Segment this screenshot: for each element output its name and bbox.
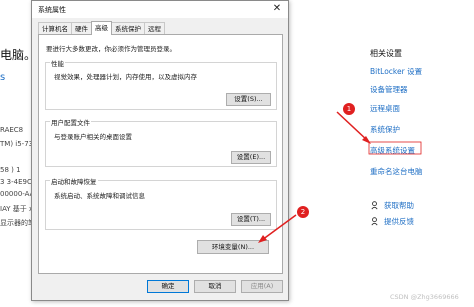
marker-badge-2: 2 [297, 206, 309, 218]
marker-badge-1: 1 [343, 103, 355, 115]
user-profiles-title: 用户配置文件 [50, 117, 91, 127]
arrow-1-line [336, 111, 369, 142]
feedback-label: 提供反馈 [384, 217, 414, 226]
advanced-tab-panel: 要进行大多数更改，你必须作为管理员登录。 性能 视觉效果，处理器计划，内存使用，… [38, 34, 283, 274]
advanced-system-settings-link[interactable]: 高级系统设置 [370, 145, 415, 156]
get-help-link[interactable]: 获取帮助 [370, 200, 414, 211]
spec-row: RAEC8 [0, 126, 24, 134]
dialog-titlebar[interactable]: 系统属性 ✕ [32, 1, 288, 18]
performance-settings-button[interactable]: 设置(S)... [226, 93, 271, 106]
spec-row: 58 ) 1 [0, 166, 21, 174]
ok-button[interactable]: 确定 [147, 280, 189, 293]
user-profiles-settings-button[interactable]: 设置(E)... [231, 151, 271, 164]
rename-pc-link[interactable]: 重命名这台电脑 [370, 166, 423, 177]
bitlocker-link[interactable]: BitLocker 设置 [370, 66, 422, 77]
performance-desc: 视觉效果，处理器计划，内存使用，以及虚拟内存 [54, 73, 197, 81]
user-profiles-group: 用户配置文件 与登录账户相关的桌面设置 设置(E)... [45, 117, 277, 167]
system-properties-dialog: 系统属性 ✕ 计算机名 硬件 高级 系统保护 远程 要进行大多数更改，你必须作为… [31, 0, 289, 301]
startup-recovery-group: 启动和故障恢复 系统启动、系统故障和调试信息 设置(T)... [45, 176, 277, 230]
apply-button[interactable]: 应用(A) [241, 280, 283, 293]
startup-recovery-desc: 系统启动、系统故障和调试信息 [54, 192, 145, 200]
get-help-label: 获取帮助 [384, 201, 414, 210]
help-icon [370, 201, 379, 210]
remote-desktop-link[interactable]: 远程桌面 [370, 103, 400, 114]
spec-row: 显示器的笔 [0, 219, 35, 227]
cancel-button[interactable]: 取消 [194, 280, 236, 293]
close-icon[interactable]: ✕ [268, 2, 286, 16]
watermark: CSDN @Zhg3669666 [390, 293, 459, 301]
dialog-title: 系统属性 [38, 6, 66, 14]
related-settings: 相关设置 BitLocker 设置 设备管理器 远程桌面 系统保护 高级系统设置… [370, 0, 474, 307]
tab-advanced[interactable]: 高级 [91, 21, 112, 35]
feedback-link[interactable]: 提供反馈 [370, 216, 414, 227]
rename-link-fragment[interactable]: s [0, 72, 5, 83]
environment-variables-button[interactable]: 环境变量(N)... [197, 240, 269, 254]
performance-group: 性能 视觉效果，处理器计划，内存使用，以及虚拟内存 设置(S)... [45, 58, 277, 110]
feedback-icon [370, 217, 379, 226]
admin-note: 要进行大多数更改，你必须作为管理员登录。 [46, 45, 176, 53]
startup-recovery-settings-button[interactable]: 设置(T)... [231, 213, 271, 226]
user-profiles-desc: 与登录账户相关的桌面设置 [54, 133, 132, 141]
performance-title: 性能 [50, 58, 65, 68]
dialog-tabs: 计算机名 硬件 高级 系统保护 远程 [38, 21, 165, 35]
related-settings-title: 相关设置 [370, 49, 402, 58]
startup-recovery-title: 启动和故障恢复 [50, 176, 98, 186]
device-manager-link[interactable]: 设备管理器 [370, 84, 408, 95]
system-protection-link[interactable]: 系统保护 [370, 124, 400, 135]
